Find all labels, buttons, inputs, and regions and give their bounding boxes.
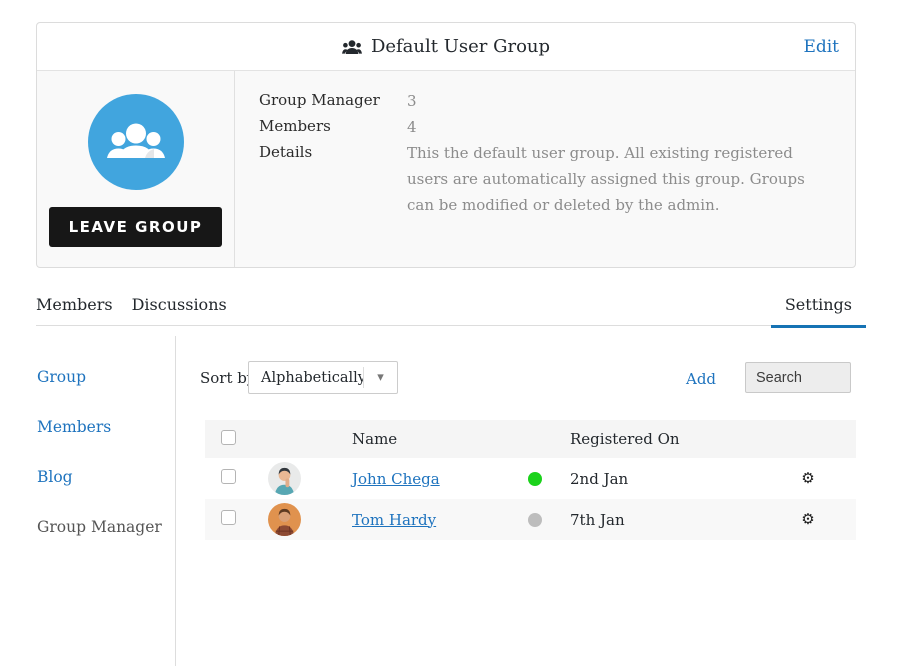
sidebar-item-members[interactable]: Members [37,418,167,436]
select-all-checkbox[interactable] [221,429,236,445]
field-label: Details [259,143,313,161]
field-label: Members [259,117,331,135]
caret-box: ▾ [363,367,397,388]
sidebar-item-blog[interactable]: Blog [37,468,167,486]
tab-members[interactable]: Members [36,295,113,314]
edit-link[interactable]: Edit [803,23,839,71]
field-label: Group Manager [259,91,380,109]
sidebar-divider [175,336,176,666]
member-name-link[interactable]: Tom Hardy [352,511,436,529]
gear-icon[interactable]: ⚙ [801,512,814,527]
registered-on-value: 2nd Jan [570,469,629,488]
header-checkbox-cell [205,429,252,449]
settings-sidebar: Group Members Blog Group Manager [37,368,167,568]
status-dot-online [528,471,542,486]
users-icon [341,39,362,55]
table-row: Tom Hardy 7th Jan ⚙ [205,499,856,540]
field-details: Details This the default user group. All… [259,140,831,218]
gear-icon[interactable]: ⚙ [801,471,814,486]
column-header-registered-on: Registered On [570,430,680,448]
tabs-bar: Members Discussions Settings [36,283,866,328]
tab-settings[interactable]: Settings [770,283,866,328]
sort-dropdown-value: Alphabetically A [261,369,363,386]
avatar [268,503,301,536]
group-card-left-panel: LEAVE GROUP [37,71,235,267]
registered-on-value: 7th Jan [570,510,625,529]
sort-dropdown[interactable]: Alphabetically A ▾ [248,361,398,394]
group-title: Default User Group [341,36,551,57]
group-info-fields: Group Manager 3 Members 4 Details This t… [235,71,855,267]
field-value: 3 [407,92,417,110]
field-value: 4 [407,118,417,136]
group-card: Default User Group Edit LEAVE GROUP Grou… [36,22,856,268]
row-checkbox[interactable] [221,469,236,484]
search-input[interactable] [745,362,851,393]
field-value: This the default user group. All existin… [407,144,805,214]
chevron-down-icon: ▾ [377,370,384,385]
sidebar-item-group[interactable]: Group [37,368,167,386]
table-row: John Chega 2nd Jan ⚙ [205,458,856,499]
active-tab-underline [770,324,866,328]
page-title: Default User Group [370,36,551,57]
group-card-body: LEAVE GROUP Group Manager 3 Members 4 De… [37,71,855,267]
field-members: Members 4 [259,114,831,140]
sidebar-item-group-manager[interactable]: Group Manager [37,518,167,536]
tab-discussions[interactable]: Discussions [132,295,227,314]
add-member-link[interactable]: Add [686,370,716,388]
group-card-header: Default User Group Edit [37,23,855,71]
member-name-link[interactable]: John Chega [352,470,440,488]
field-group-manager: Group Manager 3 [259,88,831,114]
status-dot-offline [528,512,542,527]
members-table: Name Registered On John Chega 2nd Jan ⚙ … [205,420,856,540]
group-avatar-icon [87,94,184,190]
leave-group-button[interactable]: LEAVE GROUP [48,207,223,247]
table-header-row: Name Registered On [205,420,856,458]
tab-settings-label: Settings [784,294,852,314]
avatar [268,462,301,495]
column-header-name: Name [352,430,398,448]
row-checkbox[interactable] [221,510,236,525]
